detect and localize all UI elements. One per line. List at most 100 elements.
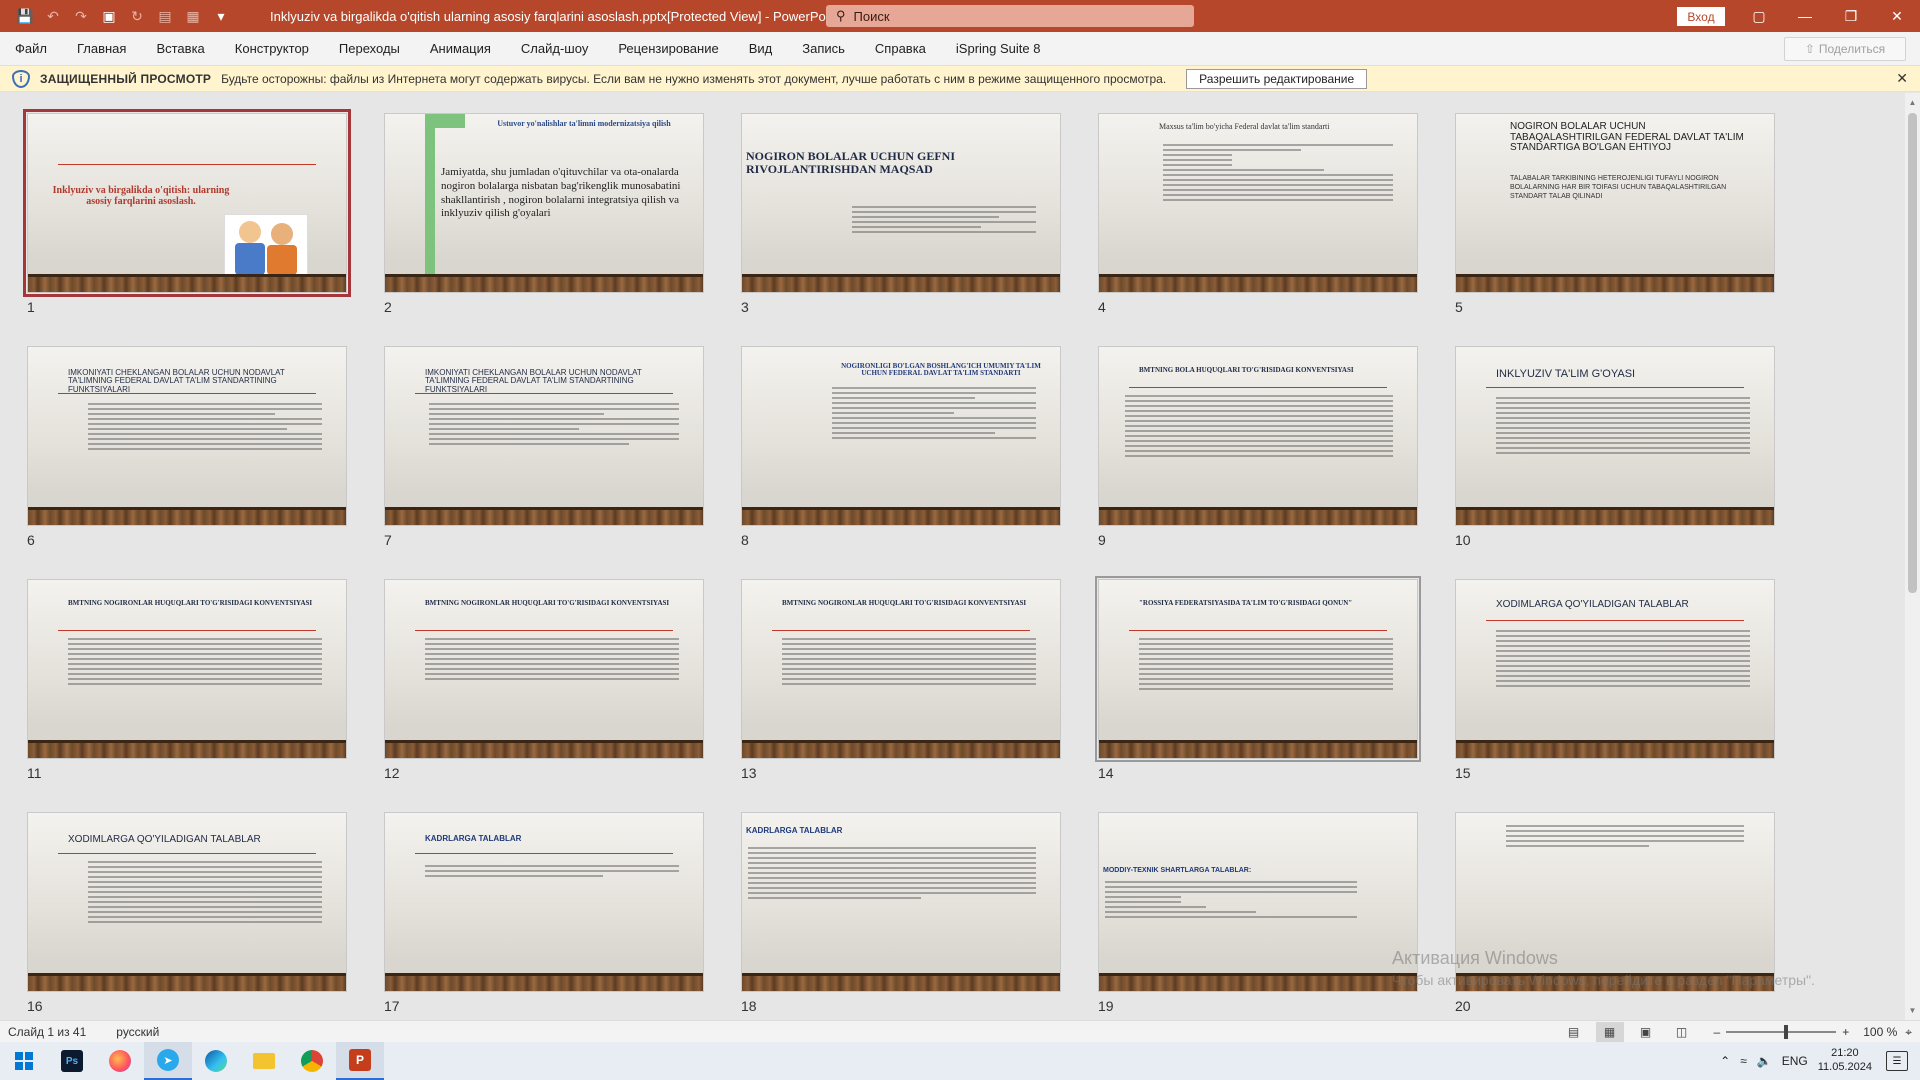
vertical-scrollbar[interactable]: ▲ ▼: [1905, 93, 1920, 1020]
slide-thumbnail-16[interactable]: XODIMLARGA QO'YILADIGAN TALABLAR: [27, 812, 347, 992]
slide-title: XODIMLARGA QO'YILADIGAN TALABLAR: [1496, 599, 1689, 610]
slide-title: "ROSSIYA FEDERATSIYASIDA TA'LIM TO'G'RIS…: [1139, 599, 1353, 607]
slideshow-view-icon[interactable]: ◫: [1668, 1022, 1696, 1042]
slide-thumbnail-10[interactable]: INKLYUZIV TA'LIM G'OYASI: [1455, 346, 1775, 526]
ribbon-display-options-icon[interactable]: ▢: [1736, 0, 1782, 32]
slide-thumbnail-5[interactable]: NOGIRON BOLALAR UCHUN TABAQALASHTIRILGAN…: [1455, 113, 1775, 293]
tab-animations[interactable]: Анимация: [430, 41, 491, 56]
slide-title: NOGIRONLIGI BO'LGAN BOSHLANG'ICH UMUMIY …: [841, 362, 1041, 378]
slide-number: 11: [27, 765, 42, 781]
layout-icon[interactable]: ▤: [154, 6, 176, 26]
slide-thumbnail-4[interactable]: Maxsus ta'lim bo'yicha Federal davlat ta…: [1098, 113, 1418, 293]
wifi-icon[interactable]: ≈: [1740, 1054, 1747, 1068]
slide-title: IMKONIYATI CHEKLANGAN BOLALAR UCHUN NODA…: [68, 368, 285, 394]
scroll-thumb[interactable]: [1908, 113, 1917, 593]
slide-thumbnail-15[interactable]: XODIMLARGA QO'YILADIGAN TALABLAR: [1455, 579, 1775, 759]
reading-view-icon[interactable]: ▣: [1632, 1022, 1660, 1042]
photoshop-icon[interactable]: Ps: [48, 1042, 96, 1080]
slide-number: 2: [384, 299, 392, 315]
normal-view-icon[interactable]: ▤: [1560, 1022, 1588, 1042]
search-icon: ⚲: [836, 8, 846, 23]
tab-home[interactable]: Главная: [77, 41, 126, 56]
slide-number: 13: [741, 765, 757, 781]
tab-review[interactable]: Рецензирование: [618, 41, 718, 56]
telegram-icon[interactable]: ➤: [144, 1042, 192, 1080]
tab-transitions[interactable]: Переходы: [339, 41, 400, 56]
file-explorer-icon[interactable]: [240, 1042, 288, 1080]
slide-thumbnail-18[interactable]: KADRLARGA TALABLAR: [741, 812, 1061, 992]
slide-number: 8: [741, 532, 749, 548]
slide-thumbnail-14[interactable]: "ROSSIYA FEDERATSIYASIDA TA'LIM TO'G'RIS…: [1095, 576, 1421, 762]
tab-slideshow[interactable]: Слайд-шоу: [521, 41, 588, 56]
language-indicator[interactable]: русский: [116, 1025, 159, 1039]
sign-in-button[interactable]: Вход: [1677, 7, 1725, 26]
firefox-icon[interactable]: [96, 1042, 144, 1080]
edge-icon[interactable]: [192, 1042, 240, 1080]
search-box[interactable]: ⚲ Поиск: [826, 5, 1194, 27]
powerpoint-icon[interactable]: P: [336, 1042, 384, 1080]
windows-activation-message: Чтобы активировать Windows, перейдите в …: [1392, 972, 1815, 988]
tab-file[interactable]: Файл: [15, 41, 47, 56]
chevron-up-icon[interactable]: ⌃: [1720, 1054, 1730, 1068]
chrome-icon[interactable]: [288, 1042, 336, 1080]
tab-record[interactable]: Запись: [802, 41, 845, 56]
redo-icon[interactable]: ↷: [70, 6, 92, 26]
close-icon[interactable]: ✕: [1896, 70, 1908, 87]
tab-design[interactable]: Конструктор: [235, 41, 309, 56]
slide-thumbnail-13[interactable]: BMTNING NOGIRONLAR HUQUQLARI TO'G'RISIDA…: [741, 579, 1061, 759]
start-button[interactable]: [0, 1042, 48, 1080]
notification-icon[interactable]: ☰: [1886, 1051, 1908, 1071]
slide-number: 4: [1098, 299, 1106, 315]
slide-title: Inklyuziv va birgalikda o'qitish: ularni…: [52, 185, 230, 207]
slide-number: 18: [741, 998, 757, 1014]
slide-number: 16: [27, 998, 43, 1014]
slide-thumbnail-1[interactable]: Inklyuziv va birgalikda o'qitish: ularni…: [23, 109, 351, 297]
share-button[interactable]: ⇧ Поделиться: [1784, 37, 1906, 61]
undo-icon[interactable]: ↶: [42, 6, 64, 26]
enable-editing-button[interactable]: Разрешить редактирование: [1186, 68, 1368, 89]
save-icon[interactable]: 💾: [14, 6, 36, 26]
slide-title: NOGIRON BOLALAR UCHUN TABAQALASHTIRILGAN…: [1510, 121, 1744, 153]
clock[interactable]: 21:20 11.05.2024: [1818, 1047, 1872, 1075]
slide-title: KADRLARGA TALABLAR: [746, 826, 843, 835]
tab-view[interactable]: Вид: [749, 41, 773, 56]
tab-help[interactable]: Справка: [875, 41, 926, 56]
present-from-start-icon[interactable]: ▣: [98, 6, 120, 26]
restore-icon[interactable]: ❐: [1828, 0, 1874, 32]
slide-sorter-view-icon[interactable]: ▦: [1595, 1022, 1624, 1042]
slide-body: Maxsus ta'lim bo'yicha Federal davlat ta…: [1159, 122, 1330, 131]
zoom-in-icon[interactable]: +: [1842, 1025, 1849, 1039]
zoom-level[interactable]: 100 %: [1863, 1025, 1899, 1039]
slide-thumbnail-3[interactable]: NOGIRON BOLALAR UCHUN GEFNI RIVOJLANTIRI…: [741, 113, 1061, 293]
slide-thumbnail-2[interactable]: Ustuvor yo'nalishlar ta'limni modernizat…: [384, 113, 704, 293]
tab-insert[interactable]: Вставка: [156, 41, 204, 56]
slide-thumbnail-17[interactable]: KADRLARGA TALABLAR: [384, 812, 704, 992]
slide-number: 6: [27, 532, 35, 548]
input-language[interactable]: ENG: [1782, 1054, 1808, 1068]
slide-title: BMTNING BOLA HUQUQLARI TO'G'RISIDAGI KON…: [1139, 366, 1354, 374]
windows-activation-title: Активация Windows: [1392, 948, 1558, 968]
zoom-out-icon[interactable]: –: [1714, 1025, 1721, 1039]
slide-body: Jamiyatda, shu jumladan o'qituvchilar va…: [441, 166, 681, 220]
scroll-up-icon[interactable]: ▲: [1905, 95, 1920, 110]
repeat-icon[interactable]: ↻: [126, 6, 148, 26]
minimize-icon[interactable]: —: [1782, 0, 1828, 32]
zoom-slider[interactable]: [1726, 1025, 1837, 1039]
table-icon[interactable]: ▦: [182, 6, 204, 26]
tab-ispring[interactable]: iSpring Suite 8: [956, 41, 1041, 56]
scroll-down-icon[interactable]: ▼: [1905, 1003, 1920, 1018]
slide-title: XODIMLARGA QO'YILADIGAN TALABLAR: [68, 834, 261, 845]
slide-thumbnail-9[interactable]: BMTNING BOLA HUQUQLARI TO'G'RISIDAGI KON…: [1098, 346, 1418, 526]
protected-view-title: ЗАЩИЩЕННЫЙ ПРОСМОТР: [40, 71, 212, 86]
slide-thumbnail-12[interactable]: BMTNING NOGIRONLAR HUQUQLARI TO'G'RISIDA…: [384, 579, 704, 759]
slide-thumbnail-11[interactable]: BMTNING NOGIRONLAR HUQUQLARI TO'G'RISIDA…: [27, 579, 347, 759]
slide-thumbnail-7[interactable]: IMKONIYATI CHEKLANGAN BOLALAR UCHUN NODA…: [384, 346, 704, 526]
slide-thumbnail-19[interactable]: MODDIY-TEXNIK SHARTLARGA TALABLAR:: [1098, 812, 1418, 992]
close-icon[interactable]: ✕: [1874, 0, 1920, 32]
customize-qat-icon[interactable]: ▾: [210, 6, 232, 26]
fit-to-window-icon[interactable]: ⌖: [1905, 1025, 1912, 1040]
slide-thumbnail-8[interactable]: NOGIRONLIGI BO'LGAN BOSHLANG'ICH UMUMIY …: [741, 346, 1061, 526]
slide-counter: Слайд 1 из 41: [8, 1024, 87, 1039]
volume-icon[interactable]: 🔈: [1757, 1054, 1772, 1068]
slide-thumbnail-6[interactable]: IMKONIYATI CHEKLANGAN BOLALAR UCHUN NODA…: [27, 346, 347, 526]
